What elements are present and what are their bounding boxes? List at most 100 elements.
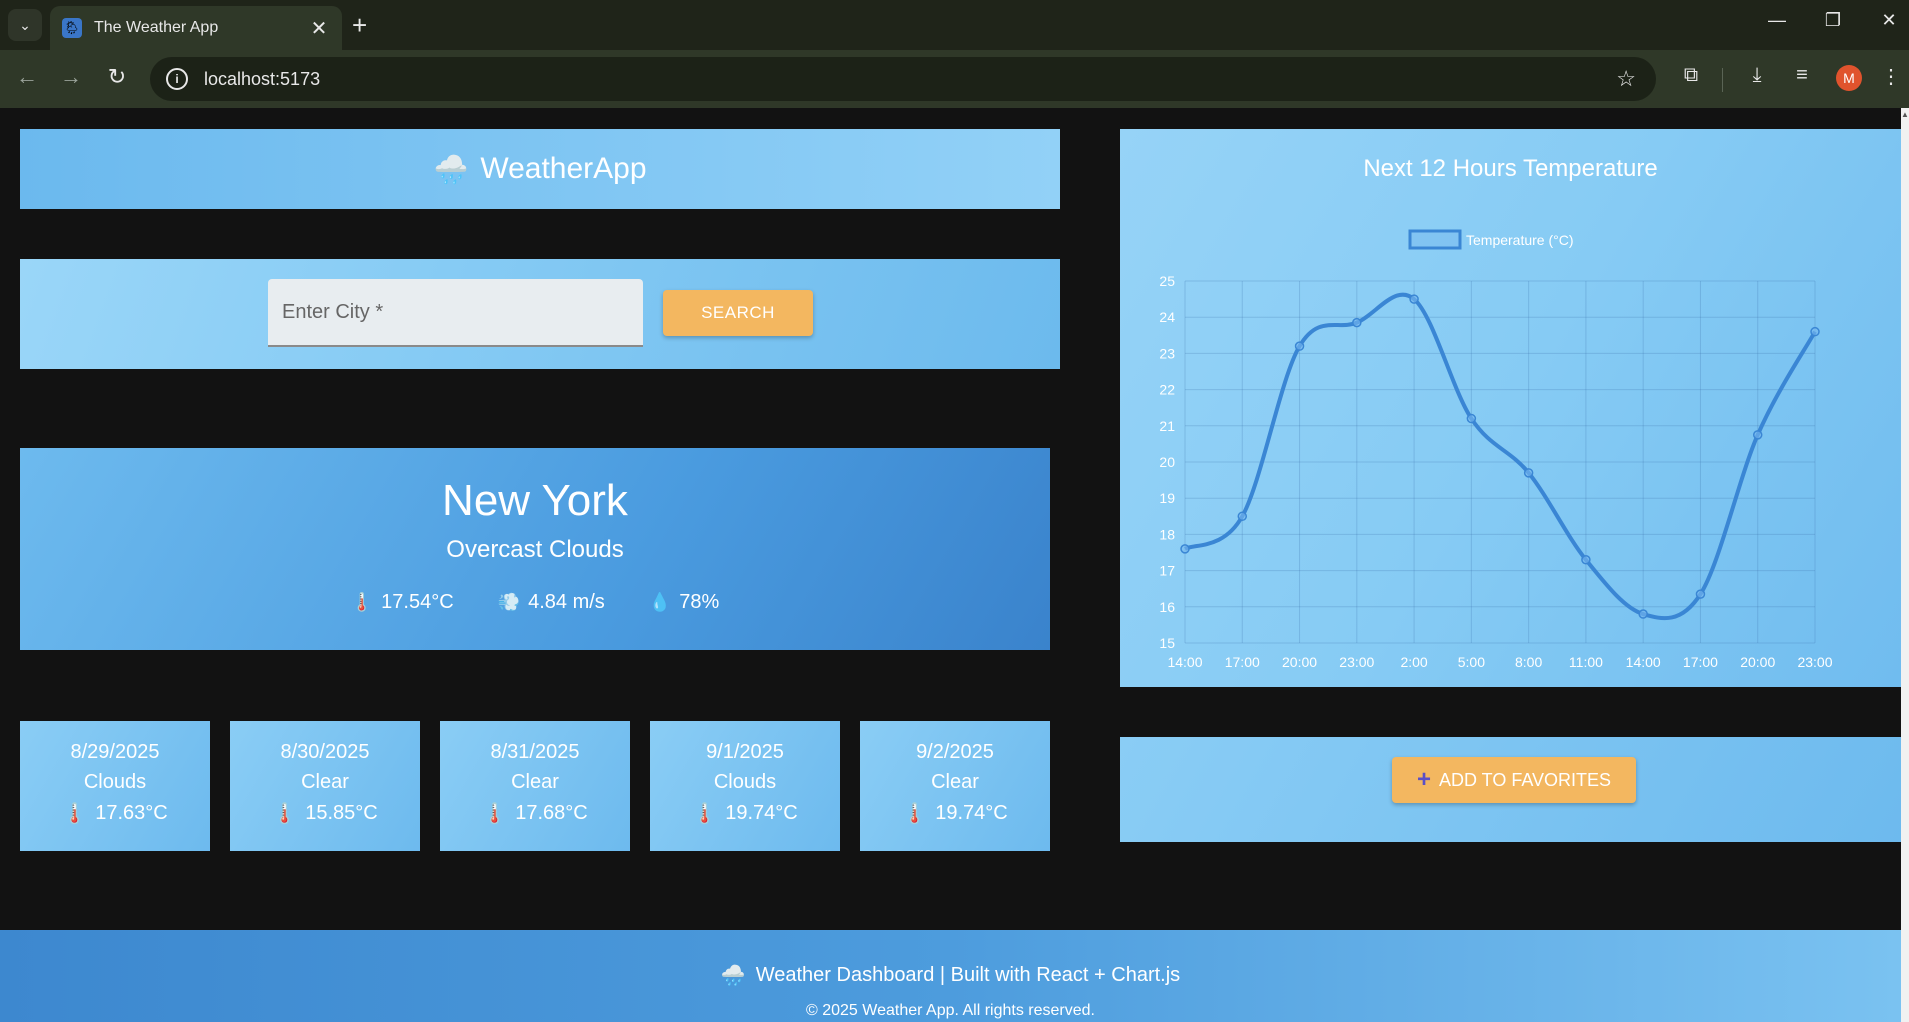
downloads-icon[interactable]: ⤓: [1742, 64, 1772, 87]
media-icon[interactable]: ≡: [1787, 64, 1817, 87]
data-point: [1523, 468, 1534, 478]
site-info-icon[interactable]: i: [166, 68, 188, 90]
page-scrollbar[interactable]: [1901, 108, 1909, 1022]
legend-label: Temperature (°C): [1466, 232, 1574, 248]
legend-swatch: [1408, 229, 1462, 250]
wind-value: 4.84 m/s: [528, 591, 605, 613]
y-tick-label: 20: [1159, 454, 1175, 470]
x-tick-label: 5:00: [1458, 654, 1485, 670]
profile-avatar[interactable]: M: [1836, 65, 1862, 91]
forecast-temp-value: 17.68°C: [515, 802, 588, 824]
forecast-card: 9/1/2025 Clouds 🌡️ 19.74°C: [650, 721, 840, 851]
temperature-value: 17.54°C: [381, 591, 454, 613]
browser-toolbar: ← → ↻ i localhost:5173 ☆ ⧉ ⤓ ≡ M ⋮: [0, 50, 1909, 108]
search-card: SEARCH: [20, 259, 1060, 369]
forecast-temp-value: 17.63°C: [95, 802, 168, 824]
reload-icon[interactable]: ↻: [102, 64, 132, 90]
menu-icon[interactable]: ⋮: [1876, 64, 1906, 89]
forecast-card: 8/31/2025 Clear 🌡️ 17.68°C: [440, 721, 630, 851]
forecast-temp: 🌡️ 19.74°C: [650, 801, 840, 826]
temperature-series-line: [1184, 292, 1817, 621]
forward-icon[interactable]: →: [56, 64, 86, 90]
back-icon[interactable]: ←: [12, 64, 42, 90]
data-point: [1180, 544, 1190, 554]
scroll-up-icon[interactable]: ▲: [1901, 110, 1909, 124]
weather-condition: Overcast Clouds: [446, 536, 624, 563]
x-tick-label: 23:00: [1797, 654, 1832, 670]
x-tick-label: 17:00: [1225, 654, 1260, 670]
data-point: [1810, 326, 1820, 337]
forecast-card: 9/2/2025 Clear 🌡️ 19.74°C: [860, 721, 1050, 851]
forecast-condition: Clear: [931, 771, 979, 793]
forecast-temp: 🌡️ 17.63°C: [20, 801, 210, 826]
browser-tab[interactable]: 🌦 The Weather App ✕: [50, 6, 342, 50]
footer-copyright: © 2025 Weather App. All rights reserved.: [806, 1002, 1095, 1019]
y-tick-label: 21: [1159, 418, 1175, 434]
thermometer-icon: 🌡️: [350, 592, 374, 612]
data-point: [1466, 413, 1477, 424]
tab-search-icon[interactable]: ⌄: [8, 9, 42, 41]
data-point: [1352, 317, 1362, 328]
x-tick-label: 14:00: [1626, 654, 1661, 670]
forecast-temp: 🌡️ 15.85°C: [230, 801, 420, 826]
y-tick-label: 16: [1159, 599, 1175, 615]
extensions-icon[interactable]: ⧉: [1676, 64, 1706, 87]
current-weather-card: New York Overcast Clouds 🌡️ 17.54°C 💨 4.…: [20, 448, 1050, 650]
favicon-icon: 🌦: [62, 18, 82, 38]
app-title: WeatherApp: [480, 152, 647, 185]
minimize-icon[interactable]: —: [1762, 10, 1792, 31]
x-tick-label: 20:00: [1282, 654, 1317, 670]
thermometer-icon: 🌡️: [272, 803, 298, 825]
favorites-card: + ADD TO FAVORITES: [1120, 737, 1901, 842]
browser-tabstrip: ⌄ 🌦 The Weather App ✕ + — ❐ ✕: [0, 0, 1909, 50]
wind-stat: 💨 4.84 m/s: [498, 591, 605, 614]
y-tick-label: 18: [1159, 526, 1175, 542]
y-tick-label: 15: [1159, 635, 1175, 651]
add-to-favorites-button[interactable]: + ADD TO FAVORITES: [1392, 757, 1636, 803]
data-point: [1409, 294, 1419, 304]
data-point: [1237, 511, 1248, 522]
forecast-date: 9/2/2025: [916, 741, 994, 763]
window-close-icon[interactable]: ✕: [1874, 10, 1904, 31]
data-point: [1581, 554, 1591, 565]
forecast-temp: 🌡️ 17.68°C: [440, 801, 630, 826]
toolbar-divider: [1722, 68, 1723, 92]
thermometer-icon: 🌡️: [902, 803, 928, 825]
footer-main: 🌧️ Weather Dashboard | Built with React …: [0, 963, 1901, 988]
close-tab-icon[interactable]: ✕: [308, 16, 330, 41]
forecast-date: 8/29/2025: [70, 741, 160, 763]
x-tick-label: 17:00: [1683, 654, 1718, 670]
address-bar[interactable]: i localhost:5173 ☆: [150, 57, 1656, 101]
thermometer-icon: 🌡️: [692, 803, 718, 825]
forecast-temp: 🌡️ 19.74°C: [860, 801, 1050, 826]
app-header: 🌧️ WeatherApp: [20, 129, 1060, 209]
new-tab-icon[interactable]: +: [352, 12, 367, 38]
humidity-value: 78%: [679, 591, 720, 613]
x-tick-label: 11:00: [1569, 654, 1603, 670]
forecast-temp-value: 15.85°C: [305, 802, 378, 824]
forecast-date: 8/31/2025: [490, 741, 580, 763]
temperature-chart: 15 16 17 18 19 20 21 22 23 24 25 14:00 17:00 20:00 23:…: [1159, 229, 1833, 670]
x-tick-label: 14:00: [1167, 654, 1202, 670]
forecast-condition: Clouds: [713, 771, 777, 793]
search-button[interactable]: SEARCH: [663, 290, 813, 336]
forecast-date: 8/30/2025: [280, 741, 370, 763]
forecast-temp-value: 19.74°C: [935, 802, 1008, 824]
humidity-stat: 💧 78%: [649, 591, 719, 614]
bookmark-star-icon[interactable]: ☆: [1616, 66, 1636, 92]
forecast-condition: Clear: [511, 771, 559, 793]
y-tick-label: 22: [1159, 382, 1175, 398]
city-input[interactable]: [268, 279, 643, 347]
x-tick-label: 23:00: [1339, 654, 1374, 670]
x-tick-label: 2:00: [1400, 654, 1427, 670]
y-tick-label: 23: [1159, 345, 1175, 361]
y-tick-label: 19: [1159, 490, 1175, 506]
weather-stats: 🌡️ 17.54°C 💨 4.84 m/s 💧 78%: [20, 591, 1050, 614]
add-to-favorites-label: ADD TO FAVORITES: [1438, 769, 1612, 790]
x-tick-label: 8:00: [1515, 654, 1542, 670]
restore-icon[interactable]: ❐: [1818, 10, 1848, 31]
thermometer-icon: 🌡️: [482, 803, 508, 825]
forecast-card: 8/30/2025 Clear 🌡️ 15.85°C: [230, 721, 420, 851]
data-point: [1752, 430, 1763, 440]
url-text[interactable]: localhost:5173: [204, 69, 1616, 90]
